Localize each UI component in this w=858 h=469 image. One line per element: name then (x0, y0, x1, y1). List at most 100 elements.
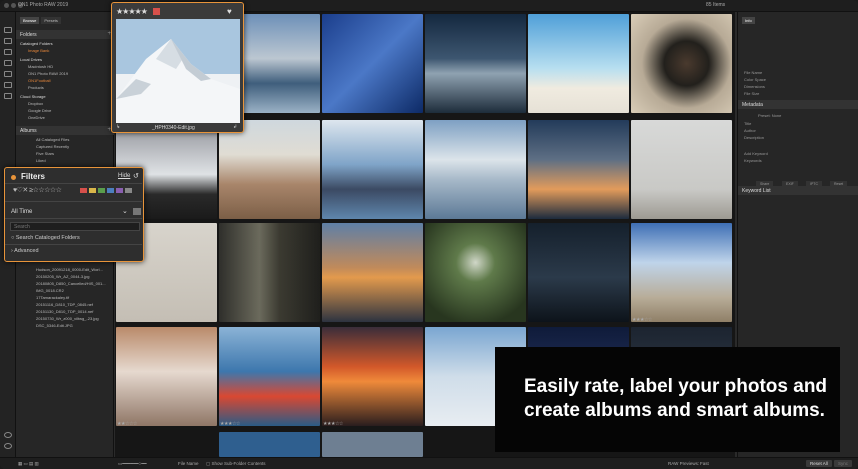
popup-like-icon[interactable]: ♥ (227, 7, 232, 16)
label-filter-green[interactable] (98, 188, 105, 193)
popup-rotate-right-icon[interactable]: ↲ (233, 124, 237, 130)
tab-info[interactable]: Info (742, 17, 755, 24)
popup-rating[interactable]: ★★★★★ (116, 7, 148, 16)
app-window: ON1 Photo RAW 2019 85 Items Browse Prese… (0, 0, 858, 469)
photo-tile[interactable] (528, 14, 629, 113)
album-five-stars[interactable]: Five Stars (36, 151, 54, 156)
cloud-icon[interactable] (4, 60, 12, 66)
file-item[interactable]: IMG_0018.CR2 (36, 288, 64, 293)
photo-tile[interactable]: ★★☆☆☆ (116, 327, 217, 426)
folder-image-bank[interactable]: Image Bank (28, 48, 49, 53)
chevron-down-icon[interactable]: ⌄ (122, 207, 128, 215)
metadata-keywords[interactable]: Keywords (744, 158, 762, 163)
photo-tile[interactable] (219, 120, 320, 219)
popup-color-label[interactable] (153, 8, 160, 15)
file-item[interactable]: 20151130_D810_TDP_0014.nef (36, 309, 93, 314)
reset-filters-icon[interactable]: ↺ (133, 172, 139, 180)
file-item[interactable]: 20180805_D850_Cancelled/HIS_001... (36, 281, 106, 286)
hide-filters-link[interactable]: Hide (118, 173, 130, 179)
album-all-cataloged[interactable]: All Cataloged Files (36, 137, 69, 142)
metadata-title[interactable]: Title (744, 121, 751, 126)
raw-previews-select[interactable]: Fast (700, 461, 709, 466)
folders-header[interactable]: Folders + (16, 30, 114, 39)
search-cataloged-option[interactable]: ○ Search Cataloged Folders (11, 235, 80, 241)
popup-image[interactable] (116, 19, 240, 123)
thumbnail-size-slider[interactable]: ▭━━━━━━○━━ (118, 461, 147, 467)
filter-icon[interactable] (4, 82, 12, 88)
photo-tile[interactable]: ★★★☆☆ (322, 327, 423, 426)
metadata-preset[interactable]: Preset: None (758, 113, 781, 118)
photo-tile[interactable]: ★★★☆☆ (219, 327, 320, 426)
keyword-list-header[interactable]: Keyword List (738, 186, 858, 195)
tab-browse[interactable]: Browse (20, 17, 40, 24)
monitor-icon[interactable] (4, 27, 12, 33)
tab-presets[interactable]: Presets (41, 17, 61, 24)
photo-tile[interactable] (425, 14, 526, 113)
file-item[interactable]: DSC_5346-Edit.JPG (36, 323, 73, 328)
photo-tile[interactable] (219, 432, 320, 457)
file-item[interactable]: 20150730_Wr_z000_viltwg_-23.jpg (36, 316, 99, 321)
photo-tile[interactable] (528, 120, 629, 219)
metadata-header[interactable]: Metadata (738, 100, 858, 109)
photo-tile[interactable] (425, 223, 526, 322)
cloud-dropbox[interactable]: Dropbox (28, 101, 43, 106)
file-item[interactable]: 17Tamarackaley.tif (36, 295, 69, 300)
view-mode-icons[interactable]: ▦ ▭ ▤ ▥ (18, 461, 39, 467)
drive-icon[interactable] (4, 49, 12, 55)
camera-icon[interactable] (4, 38, 12, 44)
metadata-add-keyword[interactable]: Add Keyword (744, 151, 768, 156)
info-dimensions: Dimensions (744, 84, 765, 89)
tile-rating[interactable]: ★★★☆☆ (632, 317, 652, 322)
photo-tile[interactable] (322, 223, 423, 322)
photo-tile[interactable] (631, 14, 732, 113)
filter-search-input[interactable]: Search (10, 222, 140, 231)
filter-search-placeholder: Search (14, 224, 30, 230)
drive-on1football[interactable]: ON1Football (28, 78, 50, 83)
label-filter-none[interactable] (125, 188, 132, 193)
photo-tile[interactable] (631, 120, 732, 219)
photo-tile[interactable] (219, 223, 320, 322)
drive-macintosh[interactable]: Macintosh HD (28, 64, 53, 69)
info-file-size: File Size (744, 91, 760, 96)
label-filter-red[interactable] (80, 188, 87, 193)
cloud-google-drive[interactable]: Google Drive (28, 108, 51, 113)
photo-tile[interactable] (322, 432, 423, 457)
date-filter-checkbox[interactable] (133, 208, 141, 215)
file-item[interactable]: 20151116_D810_TDP_0845.nef (36, 302, 93, 307)
date-filter-select[interactable]: All Time (11, 209, 32, 215)
label-filter-purple[interactable] (116, 188, 123, 193)
photo-tile[interactable] (528, 223, 629, 322)
albums-header[interactable]: Albums + (16, 126, 114, 135)
album-liked[interactable]: Liked (36, 158, 46, 163)
user-icon[interactable] (4, 432, 12, 438)
photo-tile[interactable] (322, 14, 423, 113)
tile-rating[interactable]: ★★★☆☆ (323, 421, 343, 426)
photo-tile[interactable] (425, 120, 526, 219)
tile-rating[interactable]: ★★☆☆☆ (117, 421, 137, 426)
photo-tile[interactable] (322, 120, 423, 219)
metadata-author[interactable]: Author (744, 128, 756, 133)
sort-by-select[interactable]: File Name (178, 461, 199, 466)
show-sub-folder-toggle[interactable]: ▢ Show Sub-Folder Contents (206, 461, 266, 467)
album-icon[interactable] (4, 71, 12, 77)
clock-icon[interactable] (4, 93, 12, 99)
local-drives-title: Local Drives (20, 57, 43, 62)
sync-button[interactable]: Sync (834, 460, 853, 467)
search-cataloged-label: Search Cataloged Folders (15, 235, 80, 241)
rating-filter[interactable]: ♥♡✕ ≥☆☆☆☆☆ (13, 186, 62, 194)
reset-all-button[interactable]: Reset All (806, 460, 832, 467)
metadata-description[interactable]: Description (744, 135, 764, 140)
label-filter-blue[interactable] (107, 188, 114, 193)
help-icon[interactable] (4, 443, 12, 449)
tile-rating[interactable]: ★★★☆☆ (220, 421, 240, 426)
album-captured-recently[interactable]: Captured Recently (36, 144, 69, 149)
popup-rotate-left-icon[interactable]: ↳ (116, 124, 120, 130)
advanced-filter-toggle[interactable]: › Advanced (11, 248, 39, 254)
label-filter-yellow[interactable] (89, 188, 96, 193)
drive-products[interactable]: Products (28, 85, 44, 90)
cloud-onedrive[interactable]: OneDrive (28, 115, 45, 120)
drive-on1[interactable]: ON1 Photo RAW 2019 (28, 71, 68, 76)
file-item[interactable]: 20150205_Wr_AZ_0044-3.jpg (36, 274, 90, 279)
file-item[interactable]: Hudson_20091218_0000-Edit_Worl... (36, 267, 103, 272)
photo-tile[interactable]: ★★★☆☆ (631, 223, 732, 322)
